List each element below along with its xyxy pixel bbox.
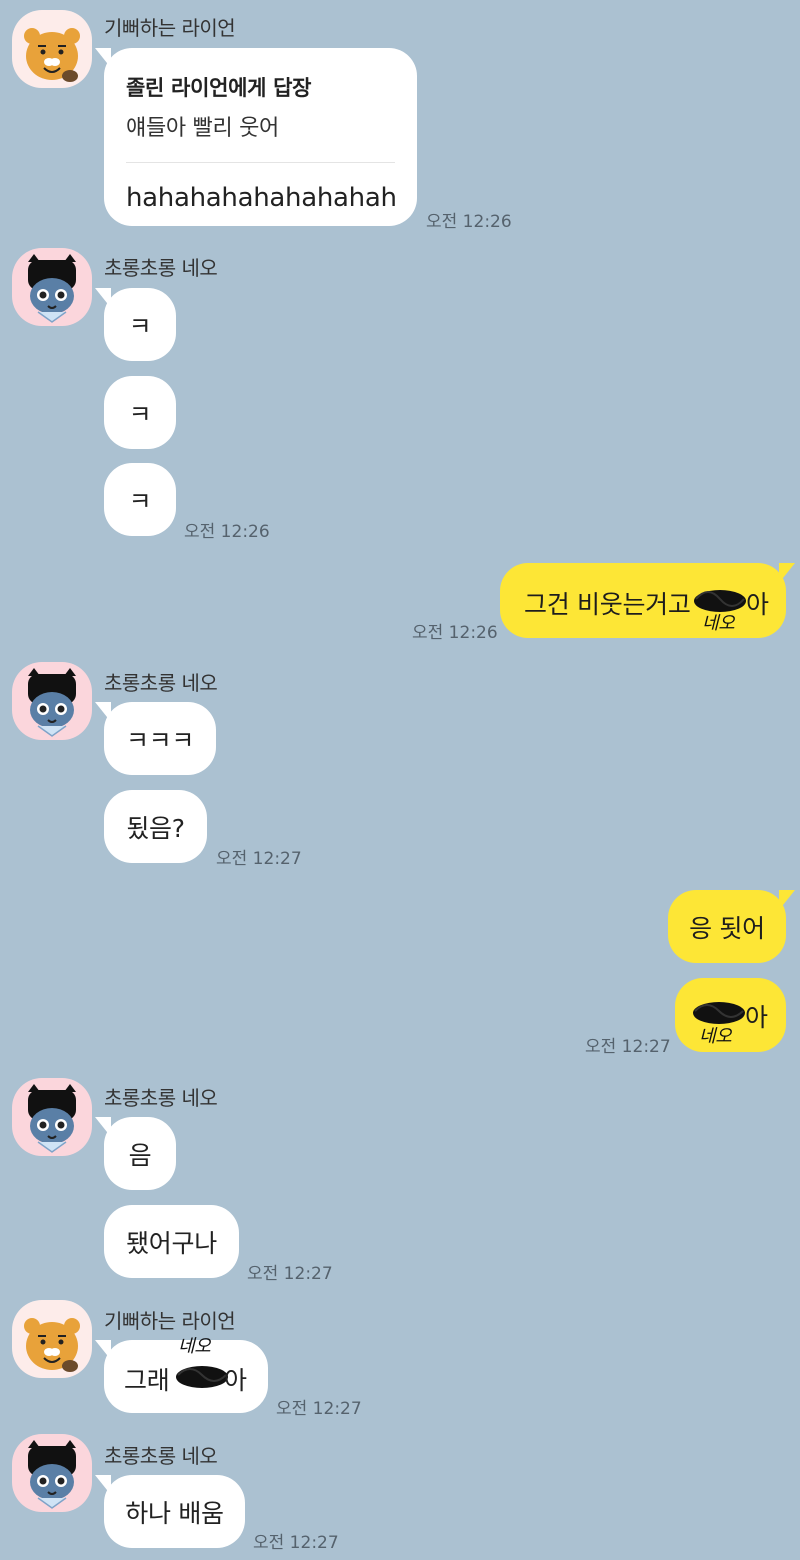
avatar-neo[interactable] (12, 248, 92, 326)
sender-name: 초롱초롱 네오 (104, 1086, 218, 1110)
message-text: ㅋ (128, 399, 152, 429)
my-message-bubble[interactable]: 그건 비웃는거고 아 네오 (500, 563, 795, 638)
avatar-neo[interactable] (12, 662, 92, 740)
avatar-ryan[interactable] (12, 10, 92, 88)
reply-quote[interactable]: 얘들아 빨리 웃어 (126, 110, 395, 142)
reply-message-bubble[interactable]: 졸린 라이언에게 답장 얘들아 빨리 웃어 hahahahahahahahah (95, 48, 417, 226)
sender-name: 초롱초롱 네오 (104, 671, 218, 695)
my-message-bubble[interactable]: 응 됫어 (668, 890, 795, 963)
timestamp: 오전 12:27 (276, 1399, 362, 1419)
timestamp: 오전 12:26 (412, 623, 498, 643)
message-bubble[interactable]: 음 (95, 1117, 176, 1190)
sender-name: 기뻐하는 라이언 (104, 1309, 236, 1333)
message-text: 그건 비웃는거고 (524, 590, 691, 619)
message-text: ㅋ (128, 486, 152, 516)
message-bubble[interactable]: ㅋㅋㅋ (95, 702, 216, 775)
avatar-neo[interactable] (12, 1078, 92, 1156)
avatar-ryan[interactable] (12, 1300, 92, 1378)
message-suffix: 아 (224, 1366, 247, 1395)
my-message-bubble[interactable]: 아 네오 (675, 978, 786, 1052)
timestamp: 오전 12:27 (247, 1264, 333, 1284)
timestamp: 오전 12:26 (426, 212, 512, 232)
timestamp: 오전 12:27 (253, 1533, 339, 1553)
message-suffix: 아 (745, 1003, 768, 1032)
sender-name: 초롱초롱 네오 (104, 1444, 218, 1468)
message-text: ㅋㅋㅋ (125, 725, 195, 755)
sender-name: 기뻐하는 라이언 (104, 16, 236, 40)
message-text: 음 (128, 1140, 152, 1170)
message-bubble[interactable]: 됐어구나 (104, 1205, 239, 1278)
handwritten-annotation: 네오 (699, 1026, 732, 1047)
timestamp: 오전 12:26 (184, 522, 270, 542)
censor-scribble (693, 1002, 745, 1024)
censor-scribble (176, 1366, 228, 1388)
sender-name: 초롱초롱 네오 (104, 256, 218, 280)
handwritten-annotation: 네오 (178, 1336, 211, 1357)
message-text: ㅋ (128, 311, 152, 341)
message-suffix: 아 (746, 590, 769, 619)
message-text: 응 됫어 (689, 913, 765, 943)
message-bubble[interactable]: ㅋ (104, 463, 176, 536)
divider (126, 162, 395, 163)
message-text: 됬음? (126, 813, 185, 843)
message-bubble[interactable]: ㅋ (95, 288, 176, 361)
message-bubble[interactable]: 하나 배움 (95, 1475, 245, 1548)
message-text: hahahahahahahahah (126, 183, 397, 213)
reply-title: 졸린 라이언에게 답장 (126, 76, 312, 100)
message-text: 됐어구나 (126, 1228, 217, 1258)
avatar-neo[interactable] (12, 1434, 92, 1512)
message-bubble[interactable]: ㅋ (104, 376, 176, 449)
message-bubble[interactable]: 그래 아 네오 (95, 1336, 268, 1413)
message-text: 하나 배움 (125, 1498, 224, 1528)
timestamp: 오전 12:27 (216, 849, 302, 869)
handwritten-annotation: 네오 (702, 613, 735, 634)
message-bubble[interactable]: 됬음? (104, 790, 207, 863)
message-text: 그래 (124, 1366, 170, 1395)
timestamp: 오전 12:27 (585, 1037, 671, 1057)
